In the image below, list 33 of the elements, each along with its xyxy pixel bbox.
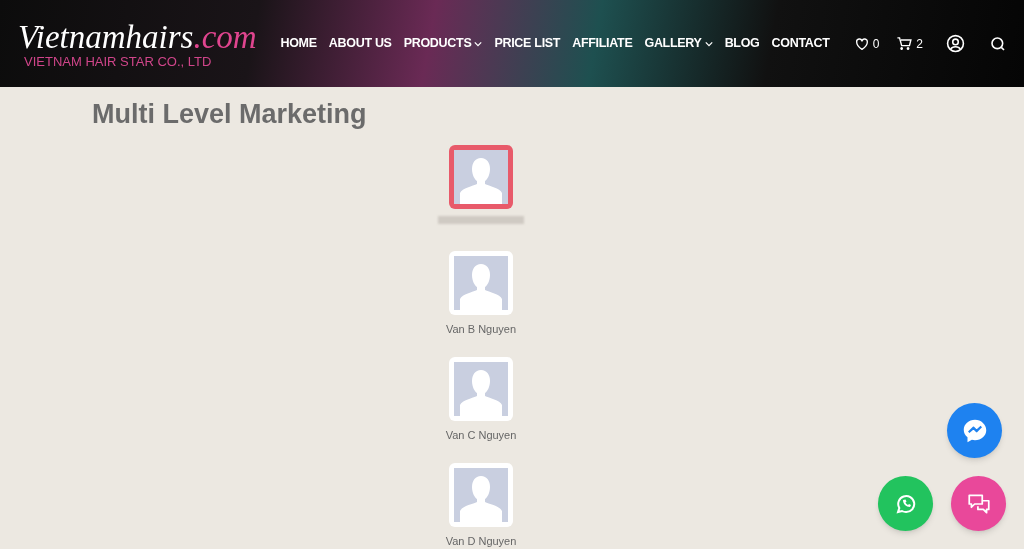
- person-silhouette-icon: [454, 362, 508, 416]
- nav-link[interactable]: GALLERY: [644, 34, 713, 53]
- cart-link[interactable]: 2: [896, 34, 923, 53]
- person-silhouette-icon: [454, 150, 508, 204]
- person-silhouette-icon: [454, 468, 508, 522]
- person-silhouette-icon: [454, 256, 508, 310]
- chat-button[interactable]: [951, 476, 1006, 531]
- nav-link[interactable]: PRODUCTS: [403, 34, 483, 53]
- chevron-down-icon: [474, 39, 483, 48]
- cart-count: 2: [916, 35, 923, 53]
- whatsapp-button[interactable]: [878, 476, 933, 531]
- wishlist-count: 0: [872, 35, 880, 53]
- page-title: Multi Level Marketing: [92, 98, 368, 131]
- logo-tagline: VIETNAM HAIR STAR CO., LTD: [23, 54, 213, 69]
- nav-link[interactable]: ABOUT US: [328, 34, 392, 53]
- nav-link[interactable]: PRICE LIST: [494, 34, 561, 53]
- site-logo[interactable]: Vietnamhairs.com VIETNAM HAIR STAR CO., LTD: [18, 18, 264, 69]
- logo-text: Vietnamhairs.com: [18, 18, 258, 55]
- messenger-button[interactable]: [947, 403, 1002, 458]
- chevron-down-icon: [704, 39, 713, 48]
- member-name: Van B Nguyen: [445, 322, 517, 337]
- nav-link[interactable]: BLOG: [724, 34, 760, 53]
- member-name: Van D Nguyen: [445, 534, 517, 549]
- search-icon[interactable]: [990, 35, 1006, 52]
- nav-link[interactable]: CONTACT: [771, 34, 830, 53]
- user-account-icon[interactable]: [946, 34, 965, 53]
- nav-link[interactable]: HOME: [280, 34, 317, 53]
- member-name: Van C Nguyen: [445, 428, 517, 443]
- heart-icon: [853, 35, 870, 52]
- nav-link[interactable]: AFFILIATE: [572, 34, 633, 53]
- avatar-frame[interactable]: [449, 145, 513, 209]
- wishlist-link[interactable]: 0: [853, 34, 880, 53]
- cart-icon: [896, 35, 914, 52]
